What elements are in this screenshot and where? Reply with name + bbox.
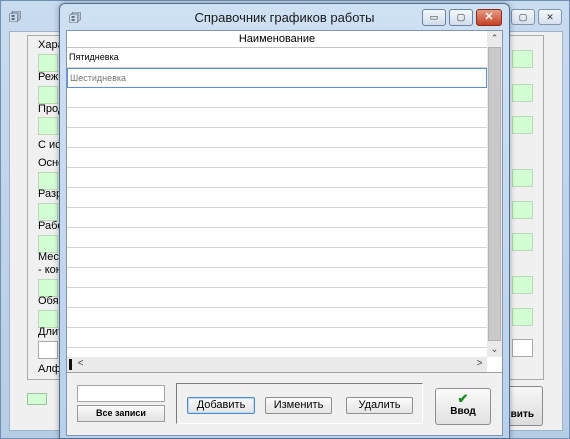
- enter-button-label: Ввод: [450, 406, 476, 417]
- table-row[interactable]: [67, 248, 487, 268]
- table-row[interactable]: [67, 148, 487, 168]
- table-row[interactable]: Пятидневка: [67, 48, 487, 68]
- dialog-titlebar[interactable]: 🗊 Справочник графиков работы ▭ ▢ ✕: [60, 4, 509, 30]
- form-field[interactable]: [38, 117, 58, 135]
- scroll-left-icon[interactable]: <: [73, 357, 88, 372]
- parent-maximize-button[interactable]: ▢: [511, 9, 535, 25]
- form-field[interactable]: [512, 84, 533, 102]
- edit-button[interactable]: Изменить: [265, 397, 332, 414]
- scroll-right-icon[interactable]: >: [472, 357, 487, 372]
- form-field[interactable]: [512, 169, 533, 187]
- table-row[interactable]: [67, 268, 487, 288]
- app-icon: 🗊: [9, 9, 22, 24]
- close-button[interactable]: ✕: [476, 9, 502, 26]
- scrollbar-thumb[interactable]: [488, 47, 501, 341]
- work-schedule-dialog: 🗊 Справочник графиков работы ▭ ▢ ✕ Наиме…: [59, 3, 510, 439]
- schedule-grid[interactable]: Наименование Пятидневка Шестидневка ⌃ ⌄ …: [67, 31, 502, 373]
- table-row[interactable]: [67, 108, 487, 128]
- form-field[interactable]: [38, 86, 58, 104]
- scroll-down-icon[interactable]: ⌄: [487, 342, 502, 357]
- form-field[interactable]: [512, 339, 533, 357]
- add-button[interactable]: Добавить: [187, 397, 255, 414]
- form-field[interactable]: [512, 50, 533, 68]
- status-indicator: [27, 393, 47, 405]
- action-panel: Добавить Изменить Удалить: [176, 383, 423, 424]
- form-field[interactable]: [38, 341, 58, 359]
- vertical-scrollbar[interactable]: ⌃ ⌄: [487, 31, 502, 357]
- dialog-client-area: Наименование Пятидневка Шестидневка ⌃ ⌄ …: [66, 30, 503, 436]
- table-row[interactable]: [67, 128, 487, 148]
- form-field[interactable]: [38, 54, 58, 72]
- table-row[interactable]: [67, 328, 487, 348]
- form-field[interactable]: [512, 276, 533, 294]
- all-records-button[interactable]: Все записи: [77, 405, 165, 422]
- enter-button[interactable]: ✔ Ввод: [435, 388, 491, 425]
- table-row[interactable]: [67, 208, 487, 228]
- form-field[interactable]: [512, 308, 533, 326]
- maximize-button[interactable]: ▢: [449, 9, 473, 26]
- parent-close-button[interactable]: ✕: [538, 9, 562, 25]
- row-selector-marker: [69, 359, 72, 370]
- horizontal-scrollbar[interactable]: < >: [67, 357, 487, 372]
- table-row-editing[interactable]: Шестидневка: [67, 68, 487, 88]
- grid-rows: Пятидневка Шестидневка: [67, 48, 487, 356]
- filter-input[interactable]: [77, 385, 165, 402]
- form-field[interactable]: [512, 201, 533, 219]
- column-header-name[interactable]: Наименование: [67, 31, 487, 48]
- delete-button[interactable]: Удалить: [346, 397, 413, 414]
- checkmark-icon: ✔: [457, 391, 469, 406]
- table-row[interactable]: [67, 228, 487, 248]
- minimize-button[interactable]: ▭: [422, 9, 446, 26]
- table-row[interactable]: [67, 308, 487, 328]
- table-row[interactable]: [67, 188, 487, 208]
- scroll-up-icon[interactable]: ⌃: [487, 31, 502, 46]
- table-row[interactable]: [67, 288, 487, 308]
- table-row[interactable]: [67, 88, 487, 108]
- form-field[interactable]: [38, 203, 58, 221]
- table-row[interactable]: [67, 168, 487, 188]
- form-field[interactable]: [512, 233, 533, 251]
- form-field[interactable]: [512, 116, 533, 134]
